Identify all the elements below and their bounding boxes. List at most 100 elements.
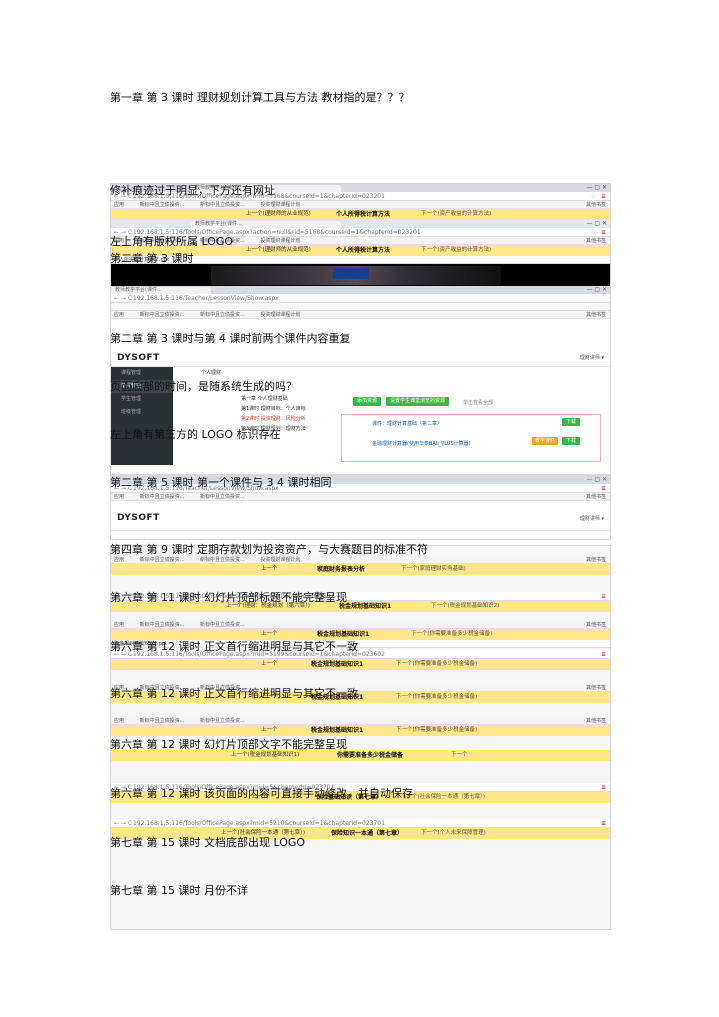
document-page: 第一章 第 3 课时 理财规划计算工具与方法 教材指的是？？？ 教师教学平台(课… (0, 0, 719, 1017)
nav-arrows-icon[interactable]: ← → C (114, 819, 132, 828)
address-bar[interactable]: ← → C 192.168.1.5:116/Tools/OfficePage.a… (111, 819, 610, 828)
next-link[interactable]: 下一个(税金规划基础知识2) (431, 601, 499, 612)
bookmark-item[interactable]: 投资理财课程计划 (260, 557, 300, 563)
bookmark-item[interactable]: 新标中且立债投资... (200, 718, 245, 724)
star-icon[interactable]: ☆ (591, 228, 596, 237)
next-link[interactable]: 下一个(你需要准备多少税金储备) (411, 629, 492, 640)
menu-icon[interactable]: ≡ (601, 484, 606, 493)
next-link[interactable]: 下一个(你需要准备多少税金储备) (396, 725, 477, 736)
menu-icon[interactable]: ≡ (601, 228, 606, 237)
window-controls-icon[interactable]: — ▢ ✕ (586, 220, 607, 228)
prev-link[interactable]: 上一个 (261, 659, 278, 670)
bookmark-bar: 应用 新标中且立债投资... 新标中且立债投资... 其他书签 (111, 621, 610, 629)
issue-caption: 第六章 第 12 课时 该页面的内容可直接手动修改，并自动保存 (110, 787, 413, 800)
bookmark-item[interactable]: 其他书签 (586, 717, 606, 725)
bookmark-item[interactable]: 其他书签 (586, 621, 606, 629)
bookmark-item[interactable]: 其他书签 (586, 201, 606, 209)
issue-caption: 第六章 第 12 课时 正文首行缩进明显与其它不一致 (110, 640, 358, 653)
bookmark-item[interactable]: 新标中且立债投资... (200, 494, 245, 500)
user-menu[interactable]: 理财讲师 ▾ (580, 354, 604, 361)
add-resource-button[interactable]: 添加资源 (353, 397, 382, 406)
window-controls-icon[interactable]: — ▢ ✕ (586, 184, 607, 192)
address-url[interactable]: 192.168.1.5:116/Tools/OfficePage.aspx?mi… (133, 820, 385, 827)
menu-icon[interactable]: ≡ (601, 592, 606, 601)
next-link[interactable]: 下一个(资产收益的计算方法) (421, 245, 491, 256)
star-icon[interactable]: ☆ (591, 192, 596, 201)
next-link[interactable]: 下一个(你需要准备多少税金储备) (396, 659, 477, 670)
bookmark-item[interactable]: 新标中且立债投资... (140, 622, 185, 628)
window-controls-icon[interactable]: — ▢ ✕ (586, 476, 607, 484)
bookmark-item[interactable]: 应用 (114, 312, 124, 318)
bookmark-item[interactable]: 其他书签 (586, 493, 606, 501)
lesson-title: 你需要准备多少税金储备 (337, 752, 404, 759)
bookmark-item[interactable]: 新标中且立债投资... (140, 202, 185, 208)
lesson-item[interactable]: 第一章 个人理财基础 (241, 395, 288, 402)
lesson-nav-strip: 上一个(理财师的从业规范) 个人所得税计算方法 下一个(资产收益的计算方法) (111, 209, 610, 220)
prev-link[interactable]: 上一个 (261, 629, 278, 640)
prev-link[interactable]: 上一个(税金规划基础知识1) (231, 750, 299, 761)
sidebar-item-course[interactable]: 课程管理 (111, 367, 173, 380)
prev-link[interactable]: 上一个 (261, 564, 278, 575)
address-url[interactable]: 192.168.1.5:116/Teacher/LessonView/Show.… (133, 295, 279, 302)
next-link[interactable]: 下一个(社会保险一本通（第七章）) (401, 792, 485, 803)
issue-caption: 左上角有版权所属 LOGO (110, 235, 234, 248)
browser-tab[interactable]: 教师教学平台(课件... (191, 221, 341, 228)
intro-line: 第一章 第 3 课时 理财规划计算工具与方法 教材指的是？？？ (110, 91, 410, 104)
bookmark-item[interactable]: 投资理财课程计划 (260, 202, 300, 208)
bookmark-item[interactable]: 应用 (114, 718, 124, 724)
nav-arrows-icon[interactable]: ← → C (114, 294, 132, 303)
set-resource-button[interactable]: 设置学生课堂浏览的资源 (386, 397, 450, 406)
bookmark-item[interactable]: 应用 (114, 557, 124, 563)
bookmark-item[interactable]: 新标中且立债投资... (140, 718, 185, 724)
bookmark-item[interactable]: 应用 (114, 202, 124, 208)
sidebar-item-classes[interactable]: 班级管理 (111, 406, 173, 419)
lesson-title: 个人所得税计算方法 (336, 211, 391, 218)
lesson-title: 税金规划基础知识1 (311, 727, 364, 734)
menu-icon[interactable]: ≡ (601, 650, 606, 659)
address-bar[interactable]: ← → C 192.168.1.5:116/Teacher/LessonView… (111, 294, 610, 303)
bookmark-item[interactable]: 应用 (114, 494, 124, 500)
user-menu[interactable]: 理财讲师 ▾ (580, 515, 604, 522)
next-link[interactable]: 下一个(资产收益的计算方法) (421, 209, 491, 220)
resource-link[interactable]: 课件：理财计算基础（第二章） (372, 420, 442, 427)
next-link[interactable]: 下一个 (451, 750, 468, 761)
download-button[interactable]: 下载 (562, 437, 581, 445)
bookmark-item[interactable]: 新标中且立债投资... (200, 202, 245, 208)
menu-icon[interactable]: ≡ (601, 819, 606, 828)
prev-link[interactable]: 上一个(理财师的从业规范) (246, 245, 311, 256)
issue-caption: 页面底部的时间，是随系统生成的吗？ (110, 380, 297, 393)
bookmark-item[interactable]: 投资理财课程计划 (260, 312, 300, 318)
bookmark-item[interactable]: 新标中且立债投资... (200, 622, 245, 628)
bookmark-item[interactable]: 新标中且立债投资... (140, 557, 185, 563)
sidebar-item-students[interactable]: 学生管理 (111, 393, 173, 406)
bookmark-item[interactable]: 新标中且立债投资... (200, 557, 245, 563)
bookmark-item[interactable]: 其他书签 (586, 237, 606, 245)
prev-link[interactable]: 上一个(理财师的从业规范) (246, 209, 311, 220)
download-button[interactable]: 下载 (562, 418, 581, 426)
next-link[interactable]: 下一个(家庭理财实务基础) (401, 564, 466, 575)
bookmark-item[interactable]: 投资理财课程计划 (260, 238, 300, 244)
course-name: 个人理财 (201, 370, 222, 376)
next-link[interactable]: 下一个(你需要准备多少税金储备) (396, 692, 477, 703)
lesson-item[interactable]: 第1课时 理财目标：个人目标 (241, 405, 306, 412)
bookmark-item[interactable]: 新标中且立债投资... (140, 494, 185, 500)
resource-link[interactable]: 金融理财计算器(使用华泰BAII_PLUS计算器) (372, 440, 471, 447)
bookmark-item[interactable]: 其他书签 (586, 556, 606, 564)
prev-link[interactable]: 上一个 (261, 725, 278, 736)
browser-tab[interactable]: 教师教学平台(课件... (111, 287, 211, 294)
menu-icon[interactable]: ≡ (601, 192, 606, 201)
bookmark-item[interactable]: 其他书签 (586, 311, 606, 319)
dysoft-logo: DYSOFT (117, 353, 160, 363)
lesson-item[interactable]: 第2课时 投资理财：风险分析 (241, 415, 306, 422)
issue-caption: 第六章 第 12 课时 正文首行缩进明显与其它不一致 (110, 687, 358, 700)
bookmark-item[interactable]: 新标中且立债投资... (140, 312, 185, 318)
window-controls-icon[interactable]: — ▢ ✕ (586, 286, 607, 294)
copyright-logo-icon (333, 268, 369, 279)
bookmark-item[interactable]: 新标中且立债投资... (200, 312, 245, 318)
next-link[interactable]: 下一个(个人未来保障管理) (421, 828, 486, 839)
issue-caption: 第四章 第 9 课时 定期存款划为投资资产，与大赛题目的标准不符 (110, 543, 428, 556)
bookmark-bar: 应用 新标中且立债投资... 新标中且立债投资... 投资理财课程计划 其他书签 (111, 201, 610, 209)
bookmark-item[interactable]: 其他书签 (586, 684, 606, 692)
bookmark-item[interactable]: 应用 (114, 622, 124, 628)
menu-icon[interactable]: ≡ (601, 783, 606, 792)
